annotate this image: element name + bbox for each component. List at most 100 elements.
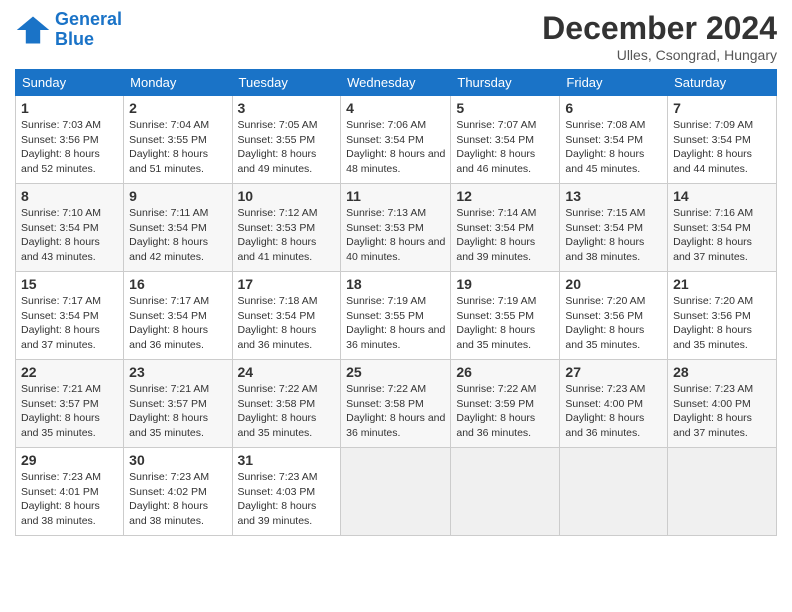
table-cell-day-25: 25 Sunrise: 7:22 AM Sunset: 3:58 PM Dayl… <box>341 360 451 448</box>
day-number: 28 <box>673 364 771 380</box>
page-container: General Blue December 2024 Ulles, Csongr… <box>0 0 792 546</box>
table-cell-day-3: 3 Sunrise: 7:05 AM Sunset: 3:55 PM Dayli… <box>232 96 341 184</box>
day-number: 18 <box>346 276 445 292</box>
day-number: 31 <box>238 452 336 468</box>
table-cell-day-13: 13 Sunrise: 7:15 AM Sunset: 3:54 PM Dayl… <box>560 184 668 272</box>
table-cell-day-23: 23 Sunrise: 7:21 AM Sunset: 3:57 PM Dayl… <box>124 360 232 448</box>
day-number: 6 <box>565 100 662 116</box>
logo-icon <box>15 12 51 48</box>
header-sunday: Sunday <box>16 70 124 96</box>
location: Ulles, Csongrad, Hungary <box>542 47 777 63</box>
day-info: Sunrise: 7:23 AM Sunset: 4:02 PM Dayligh… <box>129 470 226 529</box>
table-cell-day-18: 18 Sunrise: 7:19 AM Sunset: 3:55 PM Dayl… <box>341 272 451 360</box>
day-number: 22 <box>21 364 118 380</box>
day-number: 10 <box>238 188 336 204</box>
day-number: 24 <box>238 364 336 380</box>
day-info: Sunrise: 7:23 AM Sunset: 4:00 PM Dayligh… <box>673 382 771 441</box>
day-info: Sunrise: 7:17 AM Sunset: 3:54 PM Dayligh… <box>21 294 118 353</box>
table-cell-day-31: 31 Sunrise: 7:23 AM Sunset: 4:03 PM Dayl… <box>232 448 341 536</box>
title-block: December 2024 Ulles, Csongrad, Hungary <box>542 10 777 63</box>
day-info: Sunrise: 7:13 AM Sunset: 3:53 PM Dayligh… <box>346 206 445 265</box>
day-info: Sunrise: 7:21 AM Sunset: 3:57 PM Dayligh… <box>129 382 226 441</box>
day-number: 30 <box>129 452 226 468</box>
table-cell-day-22: 22 Sunrise: 7:21 AM Sunset: 3:57 PM Dayl… <box>16 360 124 448</box>
logo-blue: Blue <box>55 29 94 49</box>
day-number: 29 <box>21 452 118 468</box>
table-cell-day-27: 27 Sunrise: 7:23 AM Sunset: 4:00 PM Dayl… <box>560 360 668 448</box>
day-info: Sunrise: 7:16 AM Sunset: 3:54 PM Dayligh… <box>673 206 771 265</box>
table-cell-day-10: 10 Sunrise: 7:12 AM Sunset: 3:53 PM Dayl… <box>232 184 341 272</box>
day-info: Sunrise: 7:14 AM Sunset: 3:54 PM Dayligh… <box>456 206 554 265</box>
table-cell-day-16: 16 Sunrise: 7:17 AM Sunset: 3:54 PM Dayl… <box>124 272 232 360</box>
table-cell-day-7: 7 Sunrise: 7:09 AM Sunset: 3:54 PM Dayli… <box>668 96 777 184</box>
empty-cell <box>451 448 560 536</box>
table-cell-day-28: 28 Sunrise: 7:23 AM Sunset: 4:00 PM Dayl… <box>668 360 777 448</box>
header-friday: Friday <box>560 70 668 96</box>
day-info: Sunrise: 7:23 AM Sunset: 4:00 PM Dayligh… <box>565 382 662 441</box>
month-title: December 2024 <box>542 10 777 47</box>
table-cell-day-1: 1 Sunrise: 7:03 AM Sunset: 3:56 PM Dayli… <box>16 96 124 184</box>
table-cell-day-12: 12 Sunrise: 7:14 AM Sunset: 3:54 PM Dayl… <box>451 184 560 272</box>
day-info: Sunrise: 7:03 AM Sunset: 3:56 PM Dayligh… <box>21 118 118 177</box>
day-info: Sunrise: 7:19 AM Sunset: 3:55 PM Dayligh… <box>456 294 554 353</box>
table-cell-day-6: 6 Sunrise: 7:08 AM Sunset: 3:54 PM Dayli… <box>560 96 668 184</box>
day-number: 13 <box>565 188 662 204</box>
day-number: 11 <box>346 188 445 204</box>
header: General Blue December 2024 Ulles, Csongr… <box>15 10 777 63</box>
day-info: Sunrise: 7:20 AM Sunset: 3:56 PM Dayligh… <box>565 294 662 353</box>
day-number: 17 <box>238 276 336 292</box>
table-cell-day-20: 20 Sunrise: 7:20 AM Sunset: 3:56 PM Dayl… <box>560 272 668 360</box>
day-info: Sunrise: 7:18 AM Sunset: 3:54 PM Dayligh… <box>238 294 336 353</box>
calendar-row: 15 Sunrise: 7:17 AM Sunset: 3:54 PM Dayl… <box>16 272 777 360</box>
table-cell-day-24: 24 Sunrise: 7:22 AM Sunset: 3:58 PM Dayl… <box>232 360 341 448</box>
day-info: Sunrise: 7:12 AM Sunset: 3:53 PM Dayligh… <box>238 206 336 265</box>
day-number: 20 <box>565 276 662 292</box>
day-number: 8 <box>21 188 118 204</box>
table-cell-day-29: 29 Sunrise: 7:23 AM Sunset: 4:01 PM Dayl… <box>16 448 124 536</box>
table-cell-day-17: 17 Sunrise: 7:18 AM Sunset: 3:54 PM Dayl… <box>232 272 341 360</box>
day-info: Sunrise: 7:22 AM Sunset: 3:58 PM Dayligh… <box>238 382 336 441</box>
header-tuesday: Tuesday <box>232 70 341 96</box>
day-info: Sunrise: 7:23 AM Sunset: 4:03 PM Dayligh… <box>238 470 336 529</box>
day-info: Sunrise: 7:10 AM Sunset: 3:54 PM Dayligh… <box>21 206 118 265</box>
day-info: Sunrise: 7:15 AM Sunset: 3:54 PM Dayligh… <box>565 206 662 265</box>
day-info: Sunrise: 7:08 AM Sunset: 3:54 PM Dayligh… <box>565 118 662 177</box>
day-number: 12 <box>456 188 554 204</box>
day-info: Sunrise: 7:20 AM Sunset: 3:56 PM Dayligh… <box>673 294 771 353</box>
day-number: 3 <box>238 100 336 116</box>
calendar-row: 8 Sunrise: 7:10 AM Sunset: 3:54 PM Dayli… <box>16 184 777 272</box>
day-number: 16 <box>129 276 226 292</box>
day-number: 9 <box>129 188 226 204</box>
day-info: Sunrise: 7:11 AM Sunset: 3:54 PM Dayligh… <box>129 206 226 265</box>
day-info: Sunrise: 7:19 AM Sunset: 3:55 PM Dayligh… <box>346 294 445 353</box>
weekday-header-row: Sunday Monday Tuesday Wednesday Thursday… <box>16 70 777 96</box>
logo-text: General Blue <box>55 10 122 50</box>
day-info: Sunrise: 7:22 AM Sunset: 3:59 PM Dayligh… <box>456 382 554 441</box>
day-number: 1 <box>21 100 118 116</box>
day-info: Sunrise: 7:09 AM Sunset: 3:54 PM Dayligh… <box>673 118 771 177</box>
day-number: 21 <box>673 276 771 292</box>
day-info: Sunrise: 7:06 AM Sunset: 3:54 PM Dayligh… <box>346 118 445 177</box>
day-number: 26 <box>456 364 554 380</box>
day-number: 27 <box>565 364 662 380</box>
table-cell-day-5: 5 Sunrise: 7:07 AM Sunset: 3:54 PM Dayli… <box>451 96 560 184</box>
logo: General Blue <box>15 10 122 50</box>
header-thursday: Thursday <box>451 70 560 96</box>
day-number: 19 <box>456 276 554 292</box>
table-cell-day-26: 26 Sunrise: 7:22 AM Sunset: 3:59 PM Dayl… <box>451 360 560 448</box>
table-cell-day-14: 14 Sunrise: 7:16 AM Sunset: 3:54 PM Dayl… <box>668 184 777 272</box>
empty-cell <box>560 448 668 536</box>
header-saturday: Saturday <box>668 70 777 96</box>
table-cell-day-4: 4 Sunrise: 7:06 AM Sunset: 3:54 PM Dayli… <box>341 96 451 184</box>
day-info: Sunrise: 7:23 AM Sunset: 4:01 PM Dayligh… <box>21 470 118 529</box>
calendar-row: 1 Sunrise: 7:03 AM Sunset: 3:56 PM Dayli… <box>16 96 777 184</box>
day-info: Sunrise: 7:04 AM Sunset: 3:55 PM Dayligh… <box>129 118 226 177</box>
day-info: Sunrise: 7:07 AM Sunset: 3:54 PM Dayligh… <box>456 118 554 177</box>
day-info: Sunrise: 7:17 AM Sunset: 3:54 PM Dayligh… <box>129 294 226 353</box>
calendar-table: Sunday Monday Tuesday Wednesday Thursday… <box>15 69 777 536</box>
table-cell-day-19: 19 Sunrise: 7:19 AM Sunset: 3:55 PM Dayl… <box>451 272 560 360</box>
header-monday: Monday <box>124 70 232 96</box>
calendar-body: 1 Sunrise: 7:03 AM Sunset: 3:56 PM Dayli… <box>16 96 777 536</box>
day-number: 5 <box>456 100 554 116</box>
header-wednesday: Wednesday <box>341 70 451 96</box>
